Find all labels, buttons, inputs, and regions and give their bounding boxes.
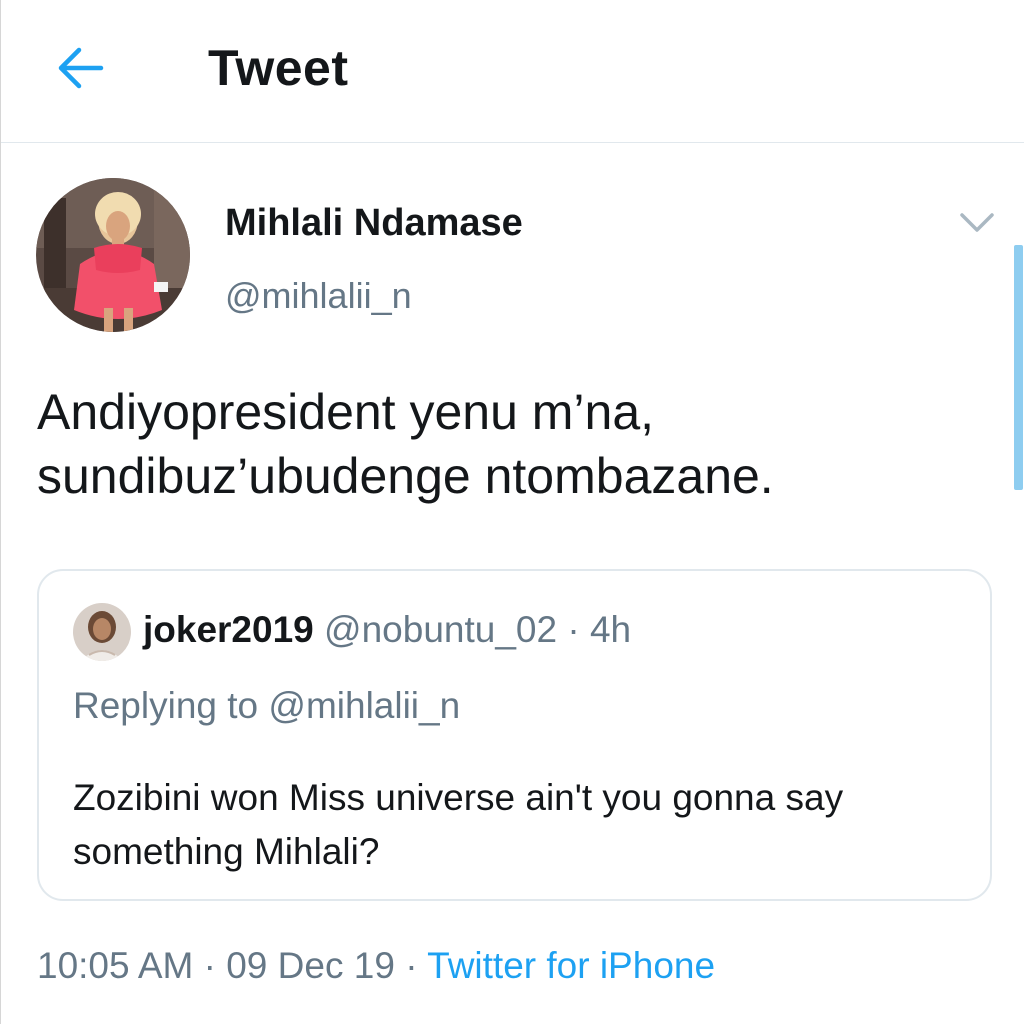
separator-dot: · [405, 945, 418, 986]
tweet-menu-button[interactable] [956, 205, 998, 239]
quoted-author-avatar [73, 603, 131, 661]
tweet-meta: 10:05 AM · 09 Dec 19 · Twitter for iPhon… [37, 942, 715, 990]
tweet-detail-screen: Tweet Mihlali Ndamase @mihlalii_n Andiyo… [0, 0, 1024, 1024]
quoted-timestamp: 4h [589, 609, 632, 650]
page-title: Tweet [208, 40, 349, 96]
back-button[interactable] [51, 38, 111, 98]
replying-to-label: Replying to @mihlalii_n [73, 685, 461, 726]
quoted-author-name: joker2019 [143, 609, 314, 650]
quoted-tweet-text: Zozibini won Miss universe ain't you gon… [73, 777, 844, 872]
tweet-text-line: sundibuz’ubudenge ntombazane. [37, 448, 774, 504]
author-name[interactable]: Mihlali Ndamase [225, 200, 523, 246]
tweet-body: Andiyopresident yenu m’na, sundibuz’ubud… [37, 380, 997, 508]
arrow-left-icon [58, 47, 104, 89]
quoted-author-handle: @nobuntu_02 [324, 609, 558, 650]
author-avatar[interactable] [36, 178, 190, 332]
scrollbar-thumb[interactable] [1014, 245, 1023, 490]
separator-dot: · [567, 609, 580, 650]
tweet-time: 10:05 AM [37, 945, 194, 986]
separator-dot: · [203, 945, 216, 986]
chevron-down-icon [960, 213, 994, 232]
tweet-source-link[interactable]: Twitter for iPhone [427, 945, 715, 986]
author-handle[interactable]: @mihlalii_n [225, 274, 412, 318]
quoted-tweet-card[interactable]: joker2019 @nobuntu_02 · 4h Replying to @… [37, 569, 992, 901]
quoted-header: joker2019 @nobuntu_02 · 4h [143, 607, 631, 653]
tweet-date: 09 Dec 19 [226, 945, 395, 986]
tweet-text-line: Andiyopresident yenu m’na, [37, 384, 655, 440]
top-bar: Tweet [1, 0, 1024, 143]
